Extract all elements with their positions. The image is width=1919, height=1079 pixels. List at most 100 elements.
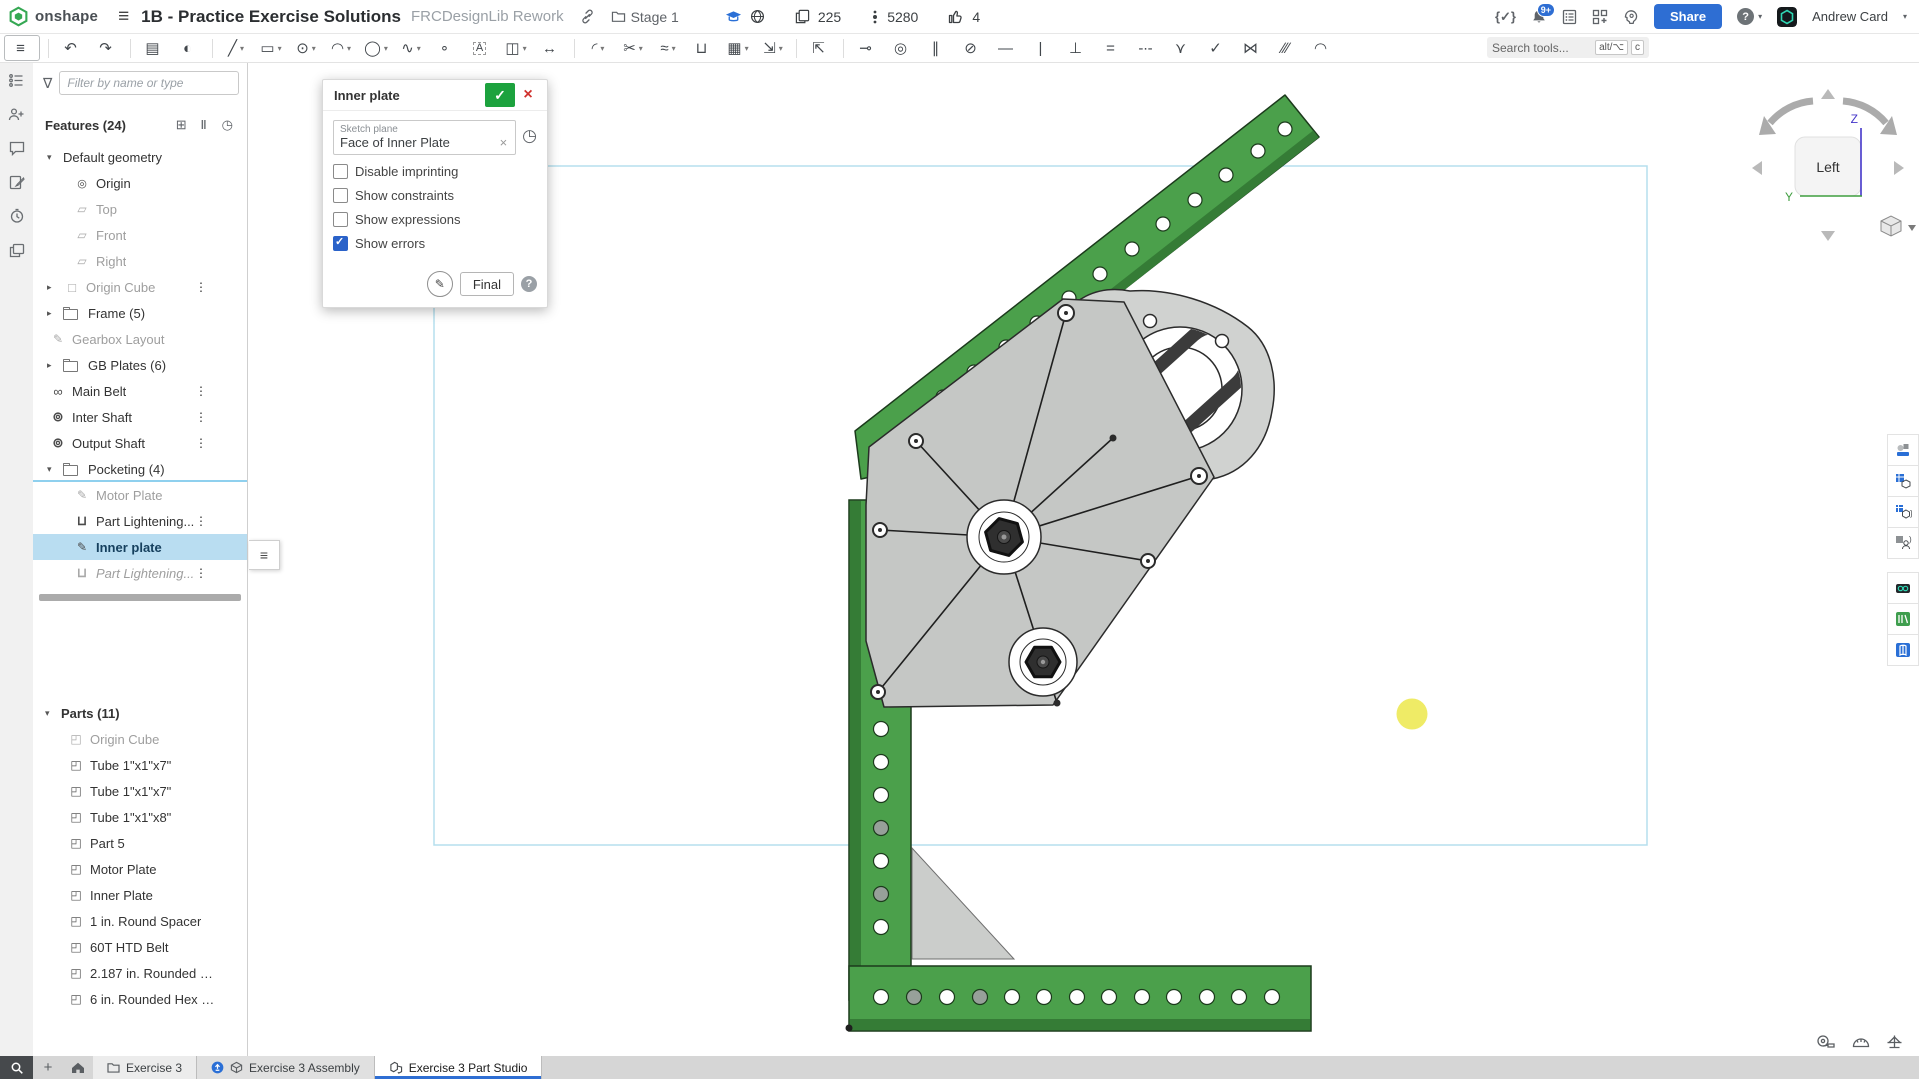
feature-row[interactable]: Output Shaft ⋮	[33, 430, 247, 456]
pierce-constraint-icon[interactable]: ✓	[1200, 36, 1234, 60]
coincident-constraint-icon[interactable]: ⊸	[850, 36, 884, 60]
configured-properties-panel-icon[interactable]: )	[1886, 527, 1919, 559]
checkbox[interactable]	[333, 164, 348, 179]
chevron-icon[interactable]: ▾	[47, 152, 63, 163]
checkbox[interactable]	[333, 235, 348, 251]
part-row[interactable]: Inner Plate	[33, 882, 247, 908]
feature-row[interactable]: Part Lightening... ⋮	[33, 508, 247, 534]
appearance-panel-icon[interactable]	[1886, 434, 1919, 466]
part-row[interactable]: Origin Cube	[33, 726, 247, 752]
main-menu-icon[interactable]: ≡	[108, 6, 139, 28]
configured-features-panel-icon[interactable]: }	[1886, 496, 1919, 528]
feature-row[interactable]: ▾ Pocketing (4)	[33, 456, 247, 482]
dimension-tool-icon[interactable]: ↔	[534, 36, 568, 60]
link-icon[interactable]	[580, 9, 595, 24]
equal-constraint-icon[interactable]: =	[1095, 36, 1129, 60]
version-graph-icon[interactable]	[871, 9, 879, 25]
rotate-right-arrow[interactable]	[1894, 161, 1904, 175]
protractor-icon[interactable]	[1851, 1034, 1870, 1049]
configurations-panel-icon[interactable]	[1886, 465, 1919, 497]
accept-button[interactable]: ✓	[485, 83, 515, 107]
sketch-entity-list-icon[interactable]: ≡	[4, 35, 40, 61]
fix-constraint-icon[interactable]: ∕∕∕	[1270, 36, 1304, 60]
horizontal-tube[interactable]	[845, 965, 1312, 1032]
tape-measure-icon[interactable]	[1816, 1034, 1835, 1049]
feature-row[interactable]: ▾ Default geometry	[33, 144, 247, 170]
cancel-button[interactable]: ×	[515, 83, 541, 107]
normal-constraint-icon[interactable]: ⋎	[1165, 36, 1199, 60]
part-row[interactable]: Tube 1"x1"x7"	[33, 752, 247, 778]
perpendicular-constraint-icon[interactable]: ⊥	[1060, 36, 1094, 60]
drawing-markup-icon[interactable]	[6, 172, 28, 192]
learning-center-icon[interactable]	[1623, 9, 1639, 25]
fillet-tool-icon[interactable]: ◜ ▾	[581, 36, 615, 60]
circle-tool-icon[interactable]: ⊙ ▾	[289, 36, 323, 60]
view-options-cube-icon[interactable]	[1880, 215, 1902, 237]
checkbox-row[interactable]: Show constraints	[333, 188, 537, 203]
final-button[interactable]: Final	[459, 272, 514, 296]
share-button[interactable]: Share	[1653, 4, 1723, 29]
workspace-folder-icon[interactable]: Stage 1	[611, 9, 679, 25]
feature-row[interactable]: ▸ GB Plates (6)	[33, 352, 247, 378]
insertables-grid-icon[interactable]	[1592, 9, 1608, 25]
thumbs-up-icon[interactable]	[948, 9, 964, 24]
checkbox-row[interactable]: Show errors	[333, 235, 537, 251]
sketch-plane-field[interactable]: Sketch plane Face of Inner Plate ×	[333, 120, 517, 155]
add-tab-button[interactable]: +	[33, 1056, 63, 1079]
user-name[interactable]: Andrew Card	[1812, 9, 1888, 24]
view-options-caret-icon[interactable]	[1908, 225, 1916, 231]
new-folder-icon[interactable]: ⊞	[176, 117, 187, 133]
midpoint-constraint-icon[interactable]: -∙-	[1130, 36, 1164, 60]
feature-row[interactable]: Gearbox Layout	[33, 326, 247, 352]
point-tool-icon[interactable]: ∘	[429, 36, 463, 60]
copies-icon[interactable]	[795, 9, 810, 24]
rotate-up-arrow[interactable]	[1821, 89, 1835, 99]
horizontal-constraint-icon[interactable]: —	[990, 36, 1024, 60]
feature-row[interactable]: ▸ Frame (5)	[33, 300, 247, 326]
offset-tool-icon[interactable]: ≈ ▾	[651, 36, 685, 60]
part-row[interactable]: 2.187 in. Rounded Hex ...	[33, 960, 247, 986]
undo-icon[interactable]: ↶	[55, 36, 89, 60]
rotate-left-arrow[interactable]	[1752, 161, 1762, 175]
filter-icon[interactable]: ∇	[43, 75, 52, 92]
part-row[interactable]: 60T HTD Belt	[33, 934, 247, 960]
ellipse-tool-icon[interactable]: ◯ ▾	[359, 36, 393, 60]
onshape-logo[interactable]: onshape	[0, 6, 108, 27]
chevron-icon[interactable]: ▸	[47, 360, 63, 371]
part-row[interactable]: 1 in. Round Spacer	[33, 908, 247, 934]
appearance-icon[interactable]: ◐	[172, 36, 206, 60]
part-row[interactable]: Motor Plate	[33, 856, 247, 882]
final-sketch-icon[interactable]: ✎	[426, 271, 453, 297]
feature-row[interactable]: Main Belt ⋮	[33, 378, 247, 404]
chevron-icon[interactable]: ▸	[47, 282, 63, 293]
concentric-constraint-icon[interactable]: ◎	[885, 36, 919, 60]
tab-exercise-3-part-studio[interactable]: Exercise 3 Part Studio	[374, 1056, 543, 1079]
kebab-menu-icon[interactable]: ⋮	[195, 280, 207, 294]
history-clock-icon[interactable]: ◷	[522, 126, 537, 146]
feature-list-panel-icon[interactable]	[6, 70, 28, 90]
mass-properties-icon[interactable]	[1886, 1034, 1903, 1049]
vertical-constraint-icon[interactable]: |	[1025, 36, 1059, 60]
checkbox-row[interactable]: Disable imprinting	[333, 164, 537, 179]
trim-tool-icon[interactable]: ✂ ▾	[616, 36, 650, 60]
search-tools-input[interactable]: Search tools... alt/⌥ c	[1487, 37, 1649, 58]
spline-tool-icon[interactable]: ∿ ▾	[394, 36, 428, 60]
history-panel-icon[interactable]	[6, 206, 28, 226]
stopwatch-icon[interactable]: ◷	[222, 117, 233, 133]
home-button[interactable]	[63, 1056, 93, 1079]
follow-mode-icon[interactable]	[6, 104, 28, 124]
use-project-tool-icon[interactable]: ⊔	[686, 36, 720, 60]
checkbox-row[interactable]: Show expressions	[333, 212, 537, 227]
import-dxf-icon[interactable]: ⇲ ▾	[756, 36, 790, 60]
chevron-icon[interactable]: ▾	[47, 464, 63, 475]
education-icon[interactable]	[725, 10, 742, 24]
notifications-bell-icon[interactable]: 9+	[1531, 2, 1555, 25]
versions-panel-icon[interactable]	[6, 240, 28, 260]
parallel-constraint-icon[interactable]: ∥	[920, 36, 954, 60]
chevron-icon[interactable]: ▸	[47, 308, 63, 319]
rectangle-tool-icon[interactable]: ▭ ▾	[254, 36, 288, 60]
blue-library-panel-icon[interactable]	[1886, 634, 1919, 666]
parts-header[interactable]: ▾ Parts (11)	[33, 702, 247, 724]
rotate-arrows[interactable]	[1759, 97, 1897, 135]
tab-exercise-3[interactable]: Exercise 3	[93, 1056, 198, 1079]
